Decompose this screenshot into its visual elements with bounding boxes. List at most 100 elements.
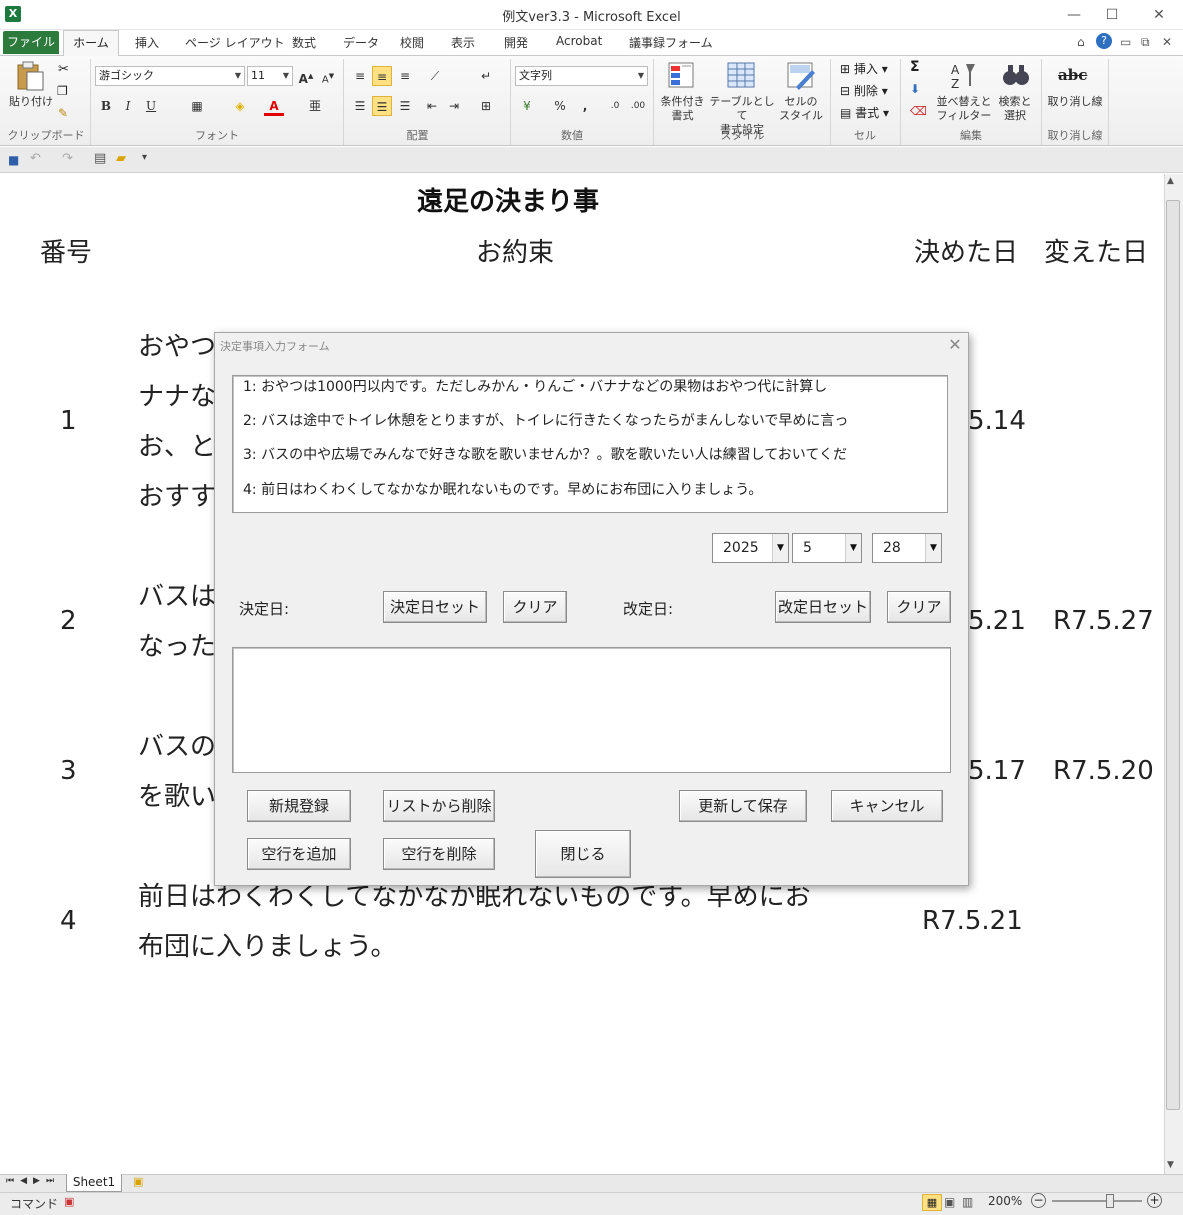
strikethrough-icon[interactable]: abc xyxy=(1058,66,1087,84)
help-icon[interactable]: ? xyxy=(1096,33,1112,49)
fill-color-icon[interactable]: ◈ xyxy=(230,96,250,116)
cancel-button[interactable]: キャンセル xyxy=(831,790,943,822)
decrease-indent-icon[interactable]: ⇤ xyxy=(422,96,442,116)
row3-number[interactable]: 3 xyxy=(60,756,77,786)
list-item[interactable]: 4: 前日はわくわくしてなかなか眠れないものです。早めにお布団に入りましょう。 xyxy=(243,479,762,499)
tab-minutes-form[interactable]: 議事録フォーム xyxy=(629,34,713,51)
year-combo[interactable]: 2025 ▼ xyxy=(712,533,789,563)
delete-blank-row-button[interactable]: 空行を削除 xyxy=(383,838,495,870)
customize-qat-icon[interactable]: ▾ xyxy=(142,152,147,163)
conditional-format-label[interactable]: 条件付き 書式 xyxy=(655,95,710,123)
zoom-slider-track[interactable] xyxy=(1052,1200,1142,1202)
percent-button[interactable]: % xyxy=(550,96,570,116)
insert-sheet-icon[interactable]: ▣ xyxy=(133,1175,143,1188)
clear-revised-date-button[interactable]: クリア xyxy=(887,591,951,623)
list-item[interactable]: 3: バスの中や広場でみんなで好きな歌を歌いませんか？。歌を歌いたい人は練習して… xyxy=(243,444,847,464)
copy-icon[interactable]: ❐ xyxy=(57,84,68,98)
tab-developer[interactable]: 開発 xyxy=(504,34,528,51)
row4-number[interactable]: 4 xyxy=(60,906,77,936)
tab-acrobat[interactable]: Acrobat xyxy=(556,34,602,48)
delete-cells-button[interactable]: ⊟ 削除 ▾ xyxy=(840,82,888,99)
find-select-label[interactable]: 検索と 選択 xyxy=(993,95,1037,123)
row1-decided-date[interactable]: 5.14 xyxy=(968,406,1026,436)
bold-button[interactable]: B xyxy=(96,96,116,116)
workbook-close-icon[interactable]: ✕ xyxy=(1162,35,1172,49)
sheet-nav-arrows-icon[interactable]: ⏮◀▶⏭ xyxy=(6,1176,60,1186)
row2-number[interactable]: 2 xyxy=(60,606,77,636)
row3-decided-date[interactable]: 5.17 xyxy=(968,756,1026,786)
vertical-scroll-thumb[interactable] xyxy=(1166,200,1180,1110)
font-name-combo[interactable]: 游ゴシック ▼ xyxy=(95,66,245,86)
chevron-down-icon[interactable]: ▼ xyxy=(845,534,861,562)
zoom-level[interactable]: 200% xyxy=(988,1194,1022,1208)
align-top-icon[interactable]: ≡ xyxy=(350,66,370,86)
italic-button[interactable]: I xyxy=(118,96,138,116)
phonetic-icon[interactable]: 亜 xyxy=(305,96,325,116)
form-icon[interactable]: ▤ xyxy=(94,151,106,166)
clear-decided-date-button[interactable]: クリア xyxy=(503,591,567,623)
open-folder-icon[interactable]: ▰ xyxy=(116,151,126,166)
row2-changed-date[interactable]: R7.5.27 xyxy=(1053,606,1154,636)
chevron-down-icon[interactable]: ▼ xyxy=(772,534,788,562)
paste-button-label[interactable]: 貼り付け xyxy=(8,95,54,109)
zoom-slider-thumb[interactable] xyxy=(1106,1194,1114,1208)
sheet-tab-sheet1[interactable]: Sheet1 xyxy=(66,1174,122,1192)
row1-number[interactable]: 1 xyxy=(60,406,77,436)
merge-center-icon[interactable]: ⊞ xyxy=(476,96,496,116)
new-entry-button[interactable]: 新規登録 xyxy=(247,790,351,822)
autosum-button[interactable]: Σ xyxy=(910,59,920,75)
number-format-combo[interactable]: 文字列 ▼ xyxy=(515,66,648,86)
format-painter-icon[interactable]: ✎ xyxy=(58,106,68,120)
sort-filter-label[interactable]: 並べ替えと フィルター xyxy=(935,95,993,123)
underline-button[interactable]: U xyxy=(141,96,161,116)
row3-changed-date[interactable]: R7.5.20 xyxy=(1053,756,1154,786)
scroll-up-arrow-icon[interactable]: ▲ xyxy=(1167,176,1174,186)
sort-filter-icon[interactable]: AZ xyxy=(948,60,978,92)
align-center-icon[interactable]: ☰ xyxy=(372,96,392,116)
format-as-table-icon[interactable] xyxy=(726,60,756,92)
increase-decimal-icon[interactable]: .0 xyxy=(605,96,625,116)
save-icon[interactable]: ■ xyxy=(8,153,19,167)
row2-decided-date[interactable]: 5.21 xyxy=(968,606,1026,636)
zoom-in-icon[interactable]: + xyxy=(1147,1193,1162,1208)
align-middle-icon[interactable]: ≡ xyxy=(372,66,392,86)
align-right-icon[interactable]: ☰ xyxy=(395,96,415,116)
scroll-down-arrow-icon[interactable]: ▼ xyxy=(1167,1160,1174,1170)
ribbon-collapse-icon[interactable]: ⌂ xyxy=(1077,35,1085,49)
align-bottom-icon[interactable]: ≡ xyxy=(395,66,415,86)
cut-icon[interactable]: ✂ xyxy=(58,62,69,77)
workbook-minimize-icon[interactable]: ▭ xyxy=(1120,35,1131,49)
format-cells-button[interactable]: ▤ 書式 ▾ xyxy=(840,104,889,121)
row1-promise[interactable]: おやつ ナナな お、と おすす xyxy=(138,322,216,522)
workbook-restore-icon[interactable]: ⧉ xyxy=(1141,35,1150,50)
list-item[interactable]: 2: バスは途中でトイレ休憩をとりますが、トイレに行きたくなったらがまんしないで… xyxy=(243,410,848,430)
page-layout-view-icon[interactable]: ▣ xyxy=(944,1195,955,1209)
macro-record-icon[interactable]: ▣ xyxy=(64,1195,74,1208)
dialog-close-icon[interactable]: ✕ xyxy=(945,334,965,356)
increase-indent-icon[interactable]: ⇥ xyxy=(444,96,464,116)
clear-icon[interactable]: ⌫ xyxy=(910,104,927,118)
decision-text-area[interactable] xyxy=(232,647,951,773)
tab-formulas[interactable]: 数式 xyxy=(292,34,316,51)
orientation-icon[interactable]: ⟋ xyxy=(425,66,445,86)
set-revised-date-button[interactable]: 改定日セット xyxy=(775,591,871,623)
align-left-icon[interactable]: ☰ xyxy=(350,96,370,116)
page-break-view-icon[interactable]: ▥ xyxy=(962,1195,973,1209)
tab-file[interactable]: ファイル xyxy=(3,31,59,54)
comma-button[interactable]: , xyxy=(575,96,595,116)
find-select-icon[interactable] xyxy=(1001,60,1031,92)
row4-decided-date[interactable]: R7.5.21 xyxy=(922,906,1023,936)
font-size-combo[interactable]: 11 ▼ xyxy=(247,66,293,86)
paste-icon[interactable] xyxy=(14,60,46,92)
redo-icon[interactable]: ↷ xyxy=(62,151,73,166)
tab-review[interactable]: 校閲 xyxy=(400,34,424,51)
row2-promise[interactable]: バスは なった xyxy=(138,572,216,672)
font-color-button[interactable]: A xyxy=(264,96,284,116)
fill-icon[interactable]: ⬇ xyxy=(910,82,920,96)
tab-data[interactable]: データ xyxy=(343,34,379,51)
row4-promise[interactable]: 前日はわくわくしてなかなか眠れないものです。早めにお 布団に入りましょう。 xyxy=(138,872,811,972)
add-blank-row-button[interactable]: 空行を追加 xyxy=(247,838,351,870)
maximize-button[interactable]: ☐ xyxy=(1098,4,1126,26)
conditional-format-icon[interactable] xyxy=(667,60,697,92)
close-dialog-button[interactable]: 閉じる xyxy=(535,830,631,878)
